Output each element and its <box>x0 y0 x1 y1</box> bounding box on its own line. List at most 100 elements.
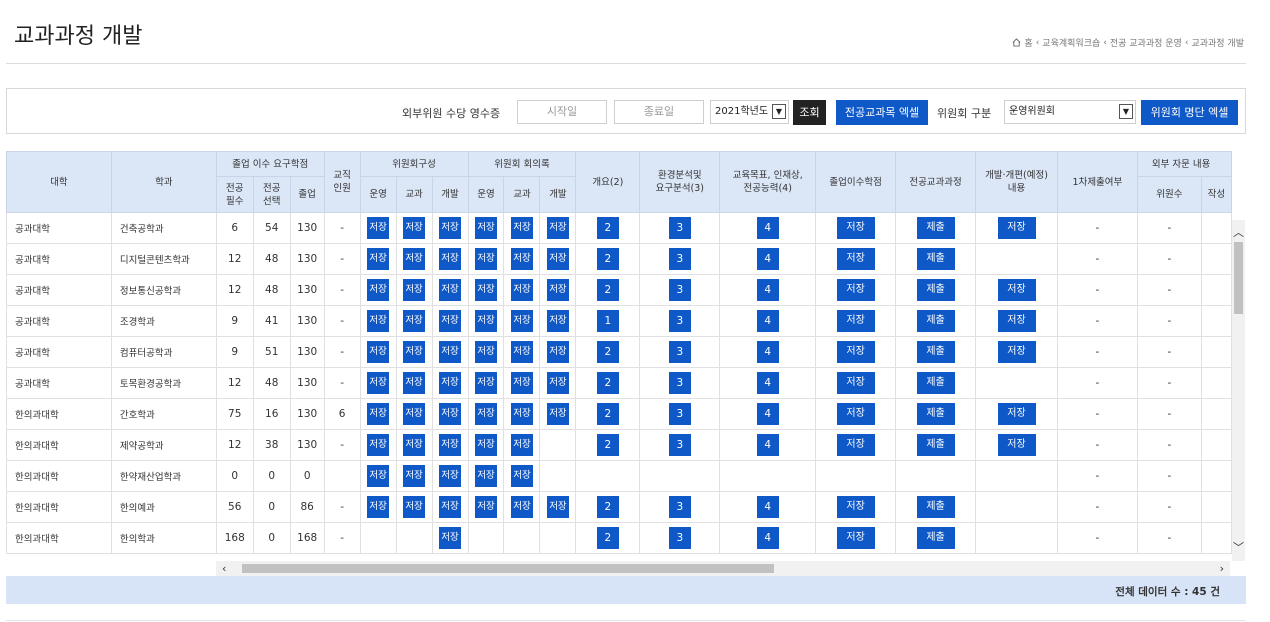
meet-dev-save-button[interactable]: 저장 <box>547 372 569 394</box>
comp-ops-save-button[interactable]: 저장 <box>367 465 389 487</box>
committee-select[interactable]: 운영위원회 ▼ <box>1004 100 1136 124</box>
env-analysis-button[interactable]: 3 <box>668 496 691 518</box>
comp-dev-save-button[interactable]: 저장 <box>439 403 461 425</box>
major-curr-submit-button[interactable]: 제출 <box>916 527 955 549</box>
grad-credit-save-button[interactable]: 저장 <box>836 310 875 332</box>
major-curr-submit-button[interactable]: 제출 <box>916 279 955 301</box>
chevron-left-icon[interactable]: ‹ <box>222 561 226 576</box>
env-analysis-button[interactable]: 3 <box>668 310 691 332</box>
comp-dev-save-button[interactable]: 저장 <box>439 434 461 456</box>
committee-list-excel-button[interactable]: 위원회 명단 엑셀 <box>1141 100 1238 125</box>
year-select[interactable]: 2021학년도 ▼ <box>710 100 789 124</box>
search-button[interactable]: 조회 <box>793 100 826 125</box>
grad-credit-save-button[interactable]: 저장 <box>836 341 875 363</box>
env-analysis-button[interactable]: 3 <box>668 217 691 239</box>
meet-dev-save-button[interactable]: 저장 <box>547 279 569 301</box>
comp-ops-save-button[interactable]: 저장 <box>367 310 389 332</box>
comp-course-save-button[interactable]: 저장 <box>403 434 425 456</box>
comp-ops-save-button[interactable]: 저장 <box>367 403 389 425</box>
comp-dev-save-button[interactable]: 저장 <box>439 279 461 301</box>
overview-button[interactable]: 1 <box>596 310 619 332</box>
start-date-input[interactable]: 시작일 <box>517 100 607 124</box>
env-analysis-button[interactable]: 3 <box>668 279 691 301</box>
chevron-up-icon[interactable]: ︿ <box>1232 224 1245 240</box>
comp-dev-save-button[interactable]: 저장 <box>439 341 461 363</box>
grad-credit-save-button[interactable]: 저장 <box>836 279 875 301</box>
comp-course-save-button[interactable]: 저장 <box>403 279 425 301</box>
edu-goal-button[interactable]: 4 <box>756 279 779 301</box>
env-analysis-button[interactable]: 3 <box>668 434 691 456</box>
grad-credit-save-button[interactable]: 저장 <box>836 372 875 394</box>
major-curr-submit-button[interactable]: 제출 <box>916 310 955 332</box>
comp-course-save-button[interactable]: 저장 <box>403 372 425 394</box>
edu-goal-button[interactable]: 4 <box>756 341 779 363</box>
comp-ops-save-button[interactable]: 저장 <box>367 434 389 456</box>
chevron-right-icon[interactable]: › <box>1220 561 1224 576</box>
meet-course-save-button[interactable]: 저장 <box>511 248 533 270</box>
comp-ops-save-button[interactable]: 저장 <box>367 279 389 301</box>
overview-button[interactable]: 2 <box>596 434 619 456</box>
dev-revision-save-button[interactable]: 저장 <box>997 341 1036 363</box>
major-curr-submit-button[interactable]: 제출 <box>916 372 955 394</box>
meet-dev-save-button[interactable]: 저장 <box>547 403 569 425</box>
dev-revision-save-button[interactable]: 저장 <box>997 279 1036 301</box>
edu-goal-button[interactable]: 4 <box>756 403 779 425</box>
breadcrumb-item[interactable]: 홈 <box>1024 36 1032 49</box>
meet-dev-save-button[interactable]: 저장 <box>547 217 569 239</box>
edu-goal-button[interactable]: 4 <box>756 310 779 332</box>
meet-dev-save-button[interactable]: 저장 <box>547 496 569 518</box>
meet-dev-save-button[interactable]: 저장 <box>547 310 569 332</box>
meet-ops-save-button[interactable]: 저장 <box>475 217 497 239</box>
comp-course-save-button[interactable]: 저장 <box>403 341 425 363</box>
overview-button[interactable]: 2 <box>596 217 619 239</box>
meet-ops-save-button[interactable]: 저장 <box>475 403 497 425</box>
comp-dev-save-button[interactable]: 저장 <box>439 310 461 332</box>
major-curr-submit-button[interactable]: 제출 <box>916 434 955 456</box>
comp-course-save-button[interactable]: 저장 <box>403 496 425 518</box>
grad-credit-save-button[interactable]: 저장 <box>836 248 875 270</box>
major-curr-submit-button[interactable]: 제출 <box>916 496 955 518</box>
meet-course-save-button[interactable]: 저장 <box>511 341 533 363</box>
comp-course-save-button[interactable]: 저장 <box>403 248 425 270</box>
env-analysis-button[interactable]: 3 <box>668 372 691 394</box>
chevron-down-icon[interactable]: ﹀ <box>1232 539 1245 555</box>
dev-revision-save-button[interactable]: 저장 <box>997 403 1036 425</box>
comp-ops-save-button[interactable]: 저장 <box>367 248 389 270</box>
meet-ops-save-button[interactable]: 저장 <box>475 372 497 394</box>
edu-goal-button[interactable]: 4 <box>756 496 779 518</box>
comp-course-save-button[interactable]: 저장 <box>403 310 425 332</box>
course-excel-button[interactable]: 전공교과목 엑셀 <box>836 100 928 125</box>
breadcrumb-item[interactable]: 교과과정 개발 <box>1191 36 1244 49</box>
meet-ops-save-button[interactable]: 저장 <box>475 279 497 301</box>
meet-course-save-button[interactable]: 저장 <box>511 465 533 487</box>
grad-credit-save-button[interactable]: 저장 <box>836 527 875 549</box>
edu-goal-button[interactable]: 4 <box>756 248 779 270</box>
meet-ops-save-button[interactable]: 저장 <box>475 465 497 487</box>
dev-revision-save-button[interactable]: 저장 <box>997 310 1036 332</box>
comp-course-save-button[interactable]: 저장 <box>403 217 425 239</box>
grad-credit-save-button[interactable]: 저장 <box>836 403 875 425</box>
env-analysis-button[interactable]: 3 <box>668 403 691 425</box>
comp-ops-save-button[interactable]: 저장 <box>367 372 389 394</box>
grad-credit-save-button[interactable]: 저장 <box>836 496 875 518</box>
comp-ops-save-button[interactable]: 저장 <box>367 341 389 363</box>
meet-course-save-button[interactable]: 저장 <box>511 279 533 301</box>
meet-course-save-button[interactable]: 저장 <box>511 372 533 394</box>
breadcrumb-item[interactable]: 교육계획워크숍 <box>1042 36 1100 49</box>
scrollbar-thumb[interactable] <box>242 564 774 573</box>
major-curr-submit-button[interactable]: 제출 <box>916 341 955 363</box>
overview-button[interactable]: 2 <box>596 372 619 394</box>
meet-ops-save-button[interactable]: 저장 <box>475 310 497 332</box>
env-analysis-button[interactable]: 3 <box>668 341 691 363</box>
home-icon[interactable] <box>1012 38 1021 47</box>
meet-course-save-button[interactable]: 저장 <box>511 434 533 456</box>
edu-goal-button[interactable]: 4 <box>756 217 779 239</box>
meet-ops-save-button[interactable]: 저장 <box>475 434 497 456</box>
comp-ops-save-button[interactable]: 저장 <box>367 496 389 518</box>
dev-revision-save-button[interactable]: 저장 <box>997 434 1036 456</box>
edu-goal-button[interactable]: 4 <box>756 434 779 456</box>
vertical-scrollbar[interactable]: ︿ ﹀ <box>1232 220 1245 561</box>
env-analysis-button[interactable]: 3 <box>668 248 691 270</box>
overview-button[interactable]: 2 <box>596 279 619 301</box>
end-date-input[interactable]: 종료일 <box>614 100 704 124</box>
